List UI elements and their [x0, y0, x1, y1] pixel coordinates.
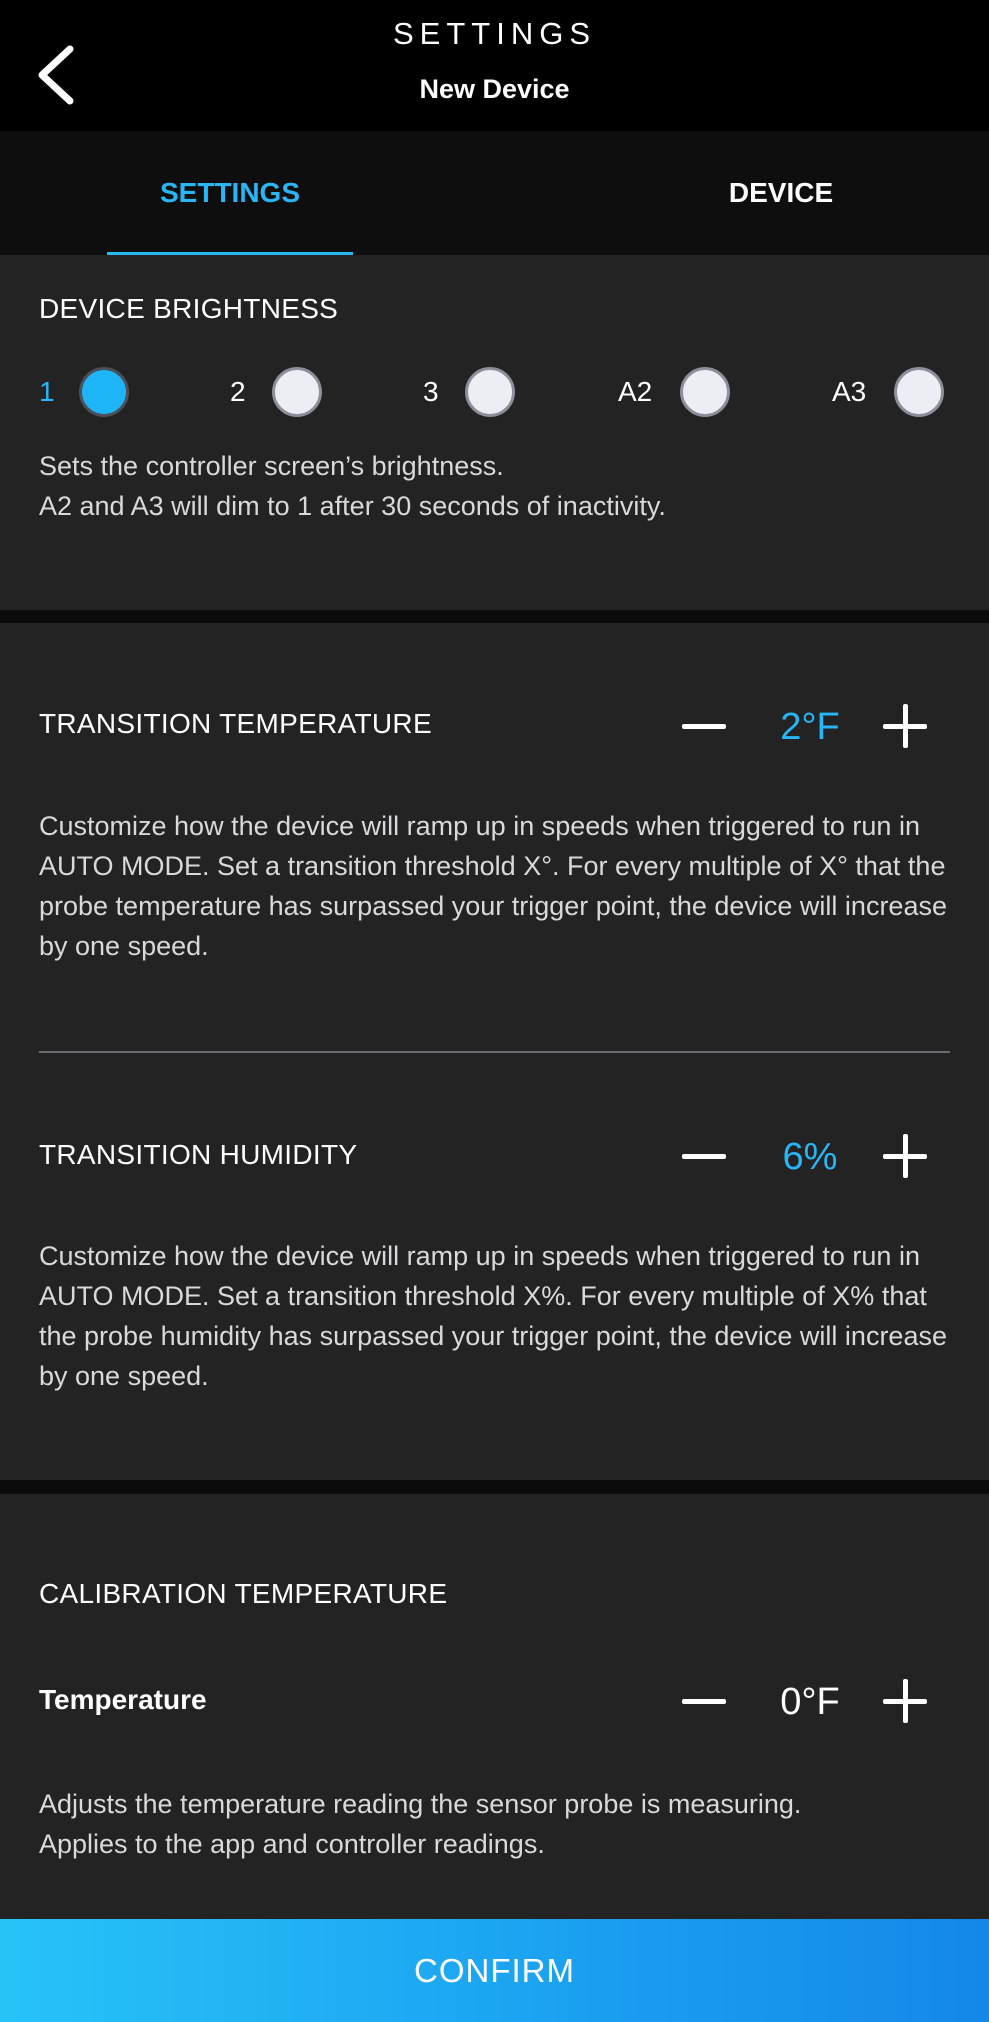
transition-humidity-title: TRANSITION HUMIDITY [39, 1139, 358, 1170]
calibration-title: CALIBRATION TEMPERATURE [39, 1578, 448, 1609]
calibration-temperature-value: 0°F [780, 1680, 840, 1723]
brightness-option-a3[interactable]: A3 [832, 363, 944, 421]
confirm-button[interactable]: CONFIRM [0, 1919, 989, 2022]
brightness-desc-line: Sets the controller screen’s brightness. [39, 451, 504, 481]
transition-temperature-value: 2°F [780, 705, 840, 748]
decrease-button[interactable] [680, 697, 730, 757]
calibration-temperature-stepper: 0°F [680, 1672, 940, 1732]
minus-icon [682, 1154, 726, 1159]
tab-bar: SETTINGS DEVICE [0, 131, 989, 255]
page-title: SETTINGS [392, 16, 596, 51]
brightness-option-2[interactable]: 2 [230, 363, 322, 421]
brightness-option-label: 2 [230, 376, 246, 407]
tab-device[interactable]: DEVICE [658, 131, 904, 255]
brightness-description: Sets the controller screen’s brightness.… [39, 446, 959, 526]
radio-unselected[interactable] [465, 367, 515, 417]
brightness-desc-line: A2 and A3 will dim to 1 after 30 seconds… [39, 491, 666, 521]
transition-humidity-stepper: 6% [680, 1127, 940, 1187]
brightness-option-label: A2 [618, 376, 653, 407]
brightness-option-a2[interactable]: A2 [618, 363, 730, 421]
device-name: New Device [419, 74, 570, 104]
calibration-description: Adjusts the temperature reading the sens… [39, 1784, 959, 1864]
brightness-option-label: 1 [39, 376, 55, 407]
minus-icon [682, 1699, 726, 1704]
brightness-option-3[interactable]: 3 [423, 363, 515, 421]
radio-selected[interactable] [79, 367, 129, 417]
increase-button[interactable] [880, 1127, 930, 1187]
decrease-button[interactable] [680, 1672, 730, 1732]
increase-button[interactable] [880, 697, 930, 757]
brightness-option-1[interactable]: 1 [39, 363, 129, 421]
calibration-temperature-label: Temperature [39, 1684, 207, 1715]
header-bar: SETTINGS New Device [0, 0, 989, 131]
decrease-button[interactable] [680, 1127, 730, 1187]
radio-unselected[interactable] [680, 367, 730, 417]
transition-temperature-title: TRANSITION TEMPERATURE [39, 708, 432, 739]
increase-button[interactable] [880, 1672, 930, 1732]
tab-settings[interactable]: SETTINGS [107, 131, 353, 255]
brightness-option-label: 3 [423, 376, 439, 407]
radio-unselected[interactable] [272, 367, 322, 417]
brightness-option-label: A3 [832, 376, 867, 407]
divider [39, 1051, 950, 1053]
transition-temperature-description: Customize how the device will ramp up in… [39, 811, 947, 961]
minus-icon [682, 724, 726, 729]
transition-humidity-description: Customize how the device will ramp up in… [39, 1241, 947, 1391]
calibration-desc-line: Applies to the app and controller readin… [39, 1829, 545, 1859]
transition-temperature-stepper: 2°F [680, 697, 940, 757]
calibration-desc-line: Adjusts the temperature reading the sens… [39, 1789, 802, 1819]
radio-unselected[interactable] [894, 367, 944, 417]
brightness-title: DEVICE BRIGHTNESS [39, 293, 339, 324]
transition-humidity-value: 6% [782, 1135, 838, 1178]
